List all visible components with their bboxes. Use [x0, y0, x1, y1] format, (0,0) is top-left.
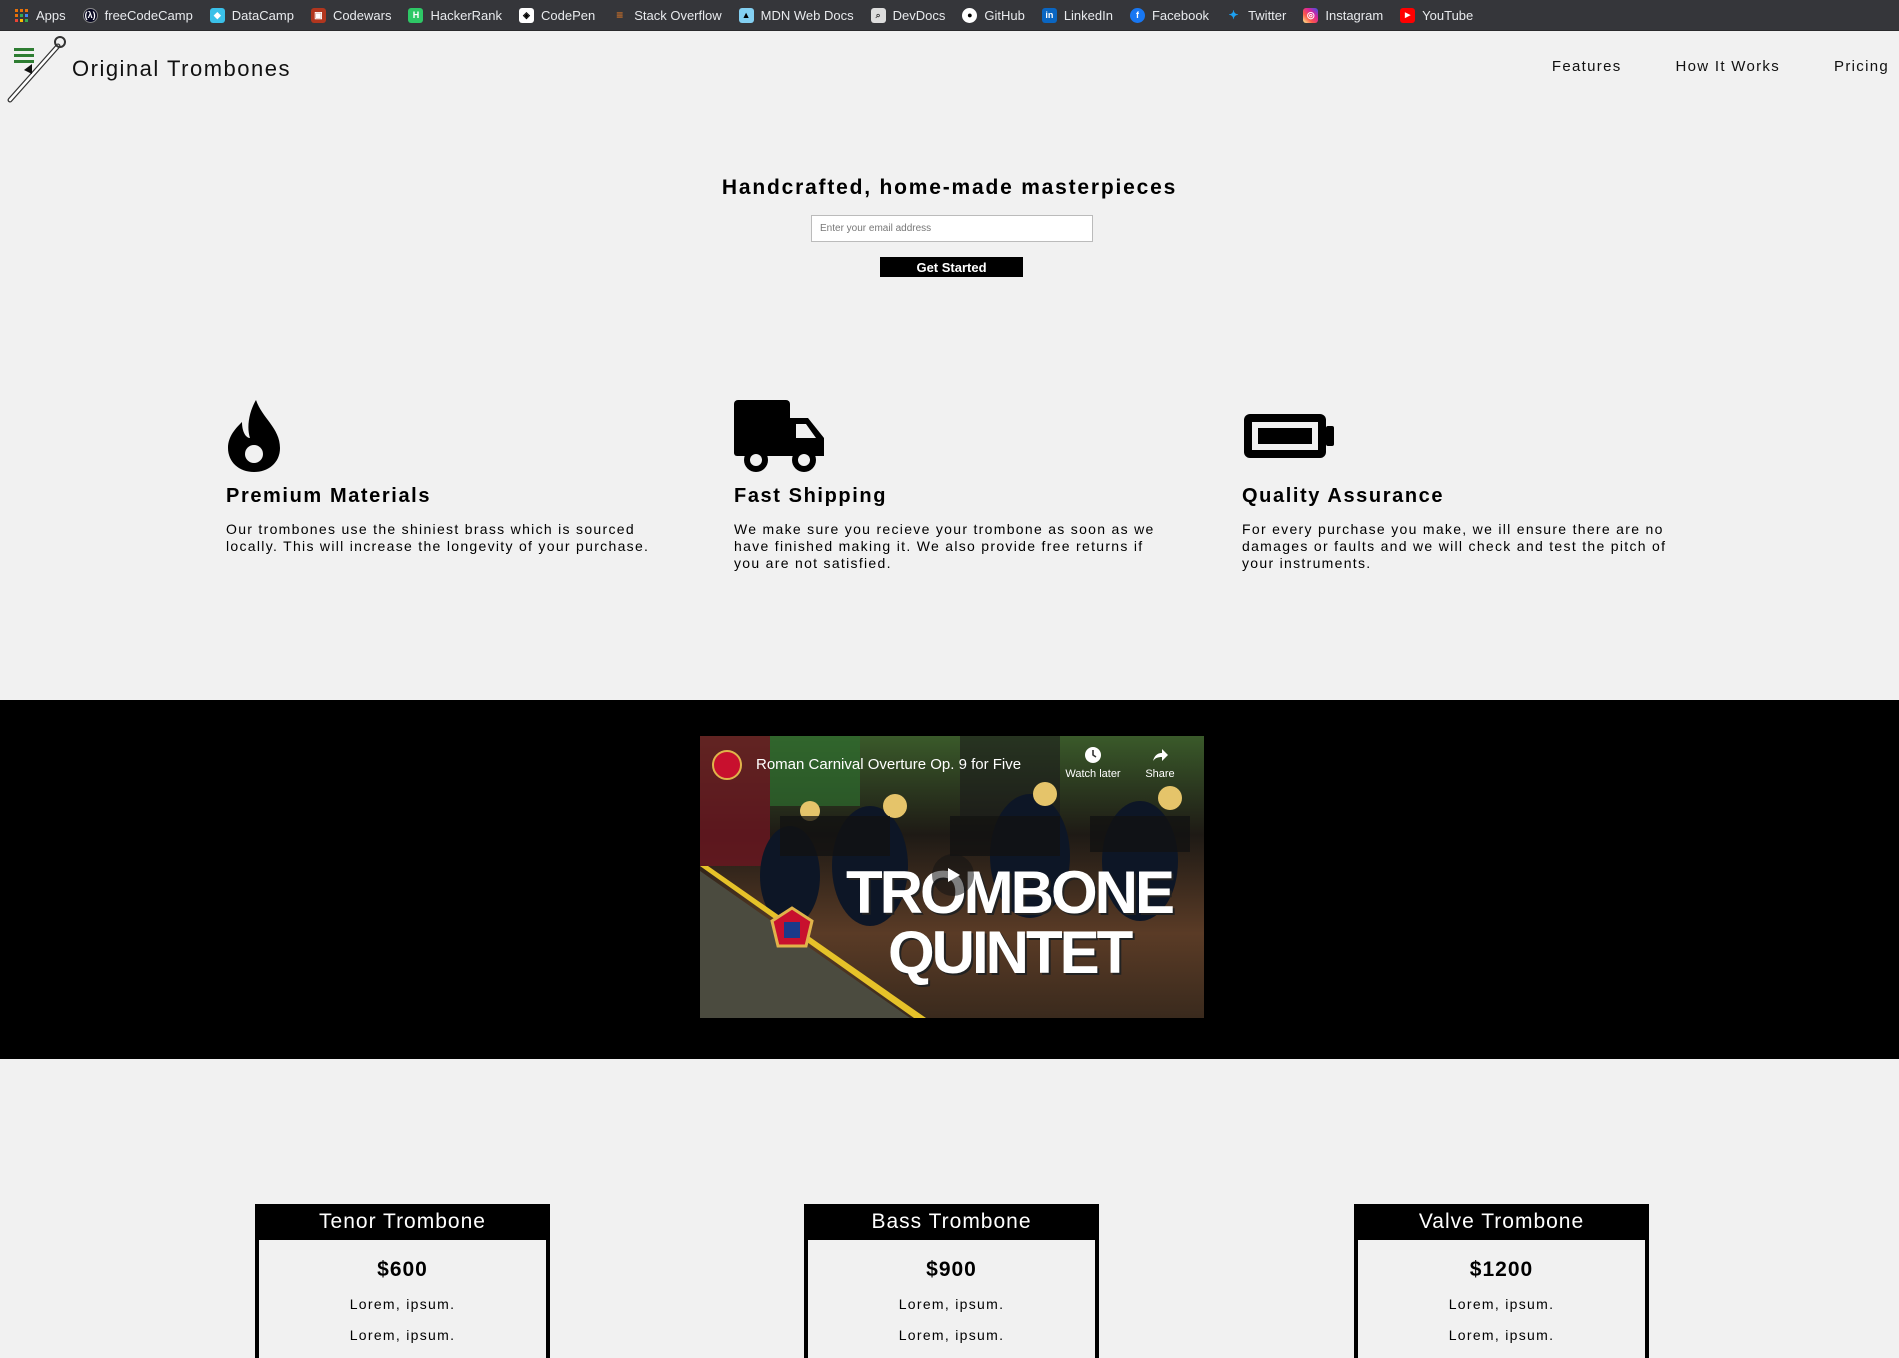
- facebook-icon: f: [1129, 7, 1145, 23]
- feature-title: Fast Shipping: [734, 485, 888, 507]
- price-value: $1200: [1469, 1258, 1534, 1281]
- instagram-icon: ◎: [1303, 7, 1319, 23]
- bookmark-label: LinkedIn: [1063, 7, 1113, 23]
- bookmark-hackerrank[interactable]: H HackerRank: [408, 0, 502, 31]
- main-nav: Features How It Works Pricing: [1498, 58, 1889, 75]
- bookmark-label: Instagram: [1325, 7, 1384, 23]
- play-icon: [948, 868, 960, 882]
- bookmark-linkedin[interactable]: in LinkedIn: [1041, 0, 1113, 31]
- price-card-title: Bass Trombone: [804, 1204, 1099, 1240]
- bookmark-instagram[interactable]: ◎ Instagram: [1303, 0, 1383, 31]
- watch-later-button[interactable]: Watch later: [1058, 746, 1128, 780]
- codewars-icon: ▣: [310, 7, 326, 23]
- embedded-video-player[interactable]: Roman Carnival Overture Op. 9 for Five W…: [700, 736, 1204, 1018]
- bookmark-apps[interactable]: Apps: [14, 0, 66, 31]
- nav-link-features[interactable]: Features: [1552, 58, 1622, 75]
- price-card-title: Tenor Trombone: [255, 1204, 550, 1240]
- twitter-icon: ✦: [1228, 8, 1239, 22]
- bookmark-label: CodePen: [541, 7, 596, 23]
- apps-grid-icon: [14, 8, 29, 23]
- clock-icon: [1085, 747, 1101, 763]
- video-title[interactable]: Roman Carnival Overture Op. 9 for Five: [756, 756, 1021, 773]
- get-started-button[interactable]: Get Started: [880, 257, 1023, 277]
- price-card-bass: Bass Trombone $900 Lorem, ipsum. Lorem, …: [804, 1204, 1099, 1358]
- brand-name: Original Trombones: [72, 56, 291, 81]
- price-feature-line: Lorem, ipsum.: [898, 1296, 1005, 1312]
- price-value: $900: [926, 1258, 977, 1281]
- feature-text: For every purchase you make, we ill ensu…: [1242, 521, 1667, 571]
- youtube-icon: ▶: [1400, 7, 1416, 23]
- bookmark-codepen[interactable]: ◈ CodePen: [519, 0, 595, 31]
- site-header: Original Trombones Features How It Works…: [0, 32, 1899, 104]
- feature-title: Quality Assurance: [1242, 485, 1445, 507]
- bookmark-freecodecamp[interactable]: (λ) freeCodeCamp: [82, 0, 193, 31]
- bookmark-label: Facebook: [1151, 7, 1210, 23]
- hero-title: Handcrafted, home-made masterpieces: [721, 176, 1178, 199]
- bookmark-mdn[interactable]: ▲ MDN Web Docs: [738, 0, 854, 31]
- bookmark-label: DataCamp: [231, 7, 294, 23]
- bookmark-label: Stack Overflow: [634, 7, 722, 23]
- bookmark-label: Codewars: [332, 7, 392, 23]
- video-overlay-text-line2: QUINTET: [888, 919, 1133, 986]
- share-arrow-icon: [1153, 749, 1168, 761]
- codepen-icon: ◈: [519, 7, 534, 23]
- nav-link-pricing[interactable]: Pricing: [1834, 58, 1889, 75]
- price-card-title: Valve Trombone: [1354, 1204, 1649, 1240]
- feature-fast-shipping: Fast Shipping We make sure you recieve y…: [734, 398, 1174, 572]
- freecodecamp-icon: (λ): [82, 7, 98, 23]
- nav-link-how-it-works[interactable]: How It Works: [1676, 58, 1781, 75]
- battery-full-icon: [1244, 414, 1334, 458]
- price-feature-line: Lorem, ipsum.: [349, 1296, 456, 1312]
- bookmark-label: Twitter: [1248, 7, 1287, 23]
- bookmark-label: freeCodeCamp: [104, 7, 193, 23]
- email-input[interactable]: [811, 215, 1093, 242]
- video-section: Roman Carnival Overture Op. 9 for Five W…: [0, 700, 1899, 1059]
- bookmark-github[interactable]: ● GitHub: [962, 0, 1025, 31]
- feature-quality-assurance: Quality Assurance For every purchase you…: [1242, 398, 1682, 572]
- devdocs-icon: ⌕: [870, 7, 886, 23]
- datacamp-icon: ◆: [209, 7, 225, 23]
- price-card-valve: Valve Trombone $1200 Lorem, ipsum. Lorem…: [1354, 1204, 1649, 1358]
- bookmark-stackoverflow[interactable]: ≡ Stack Overflow: [612, 0, 721, 31]
- channel-avatar[interactable]: [712, 750, 742, 780]
- bookmark-label: Apps: [36, 7, 66, 23]
- bookmark-codewars[interactable]: ▣ Codewars: [310, 0, 392, 31]
- share-label: Share: [1145, 768, 1175, 780]
- bookmark-label: MDN Web Docs: [760, 7, 854, 23]
- linkedin-icon: in: [1041, 7, 1057, 23]
- github-icon: ●: [962, 7, 978, 23]
- fire-icon: [228, 400, 280, 472]
- price-feature-line: Lorem, ipsum.: [1448, 1296, 1555, 1312]
- price-feature-line: Lorem, ipsum.: [1448, 1327, 1555, 1343]
- feature-premium-materials: Premium Materials Our trombones use the …: [226, 398, 666, 555]
- feature-title: Premium Materials: [226, 485, 432, 507]
- bookmark-datacamp[interactable]: ◆ DataCamp: [209, 0, 294, 31]
- stackoverflow-icon: ≡: [616, 8, 624, 22]
- hackerrank-icon: H: [408, 7, 424, 23]
- bookmark-youtube[interactable]: ▶ YouTube: [1400, 0, 1473, 31]
- bookmark-devdocs[interactable]: ⌕ DevDocs: [870, 0, 946, 31]
- share-button[interactable]: Share: [1138, 746, 1182, 780]
- price-feature-line: Lorem, ipsum.: [898, 1327, 1005, 1343]
- truck-icon: [734, 400, 824, 472]
- watch-later-label: Watch later: [1065, 768, 1121, 780]
- mdn-icon: ▲: [738, 7, 754, 23]
- price-feature-line: Lorem, ipsum.: [349, 1327, 456, 1343]
- bookmark-label: GitHub: [984, 7, 1025, 23]
- bookmark-label: HackerRank: [430, 7, 502, 23]
- bookmarks-bar: Apps (λ) freeCodeCamp ◆ DataCamp ▣ Codew…: [0, 0, 1899, 31]
- bookmark-facebook[interactable]: f Facebook: [1129, 0, 1210, 31]
- bookmark-twitter[interactable]: ✦ Twitter: [1226, 0, 1287, 31]
- play-button[interactable]: [932, 854, 974, 896]
- feature_text: We make sure you recieve your trombone a…: [734, 521, 1155, 571]
- price-card-tenor: Tenor Trombone $600 Lorem, ipsum. Lorem,…: [255, 1204, 550, 1358]
- bookmark-label: YouTube: [1422, 7, 1474, 23]
- price-value: $600: [377, 1258, 428, 1281]
- feature-text: Our trombones use the shiniest brass whi…: [226, 521, 650, 554]
- trombone-logo-icon[interactable]: [6, 34, 66, 104]
- video-overlay-text-line1: TROMBONE: [846, 859, 1175, 926]
- bookmark-label: DevDocs: [892, 7, 946, 23]
